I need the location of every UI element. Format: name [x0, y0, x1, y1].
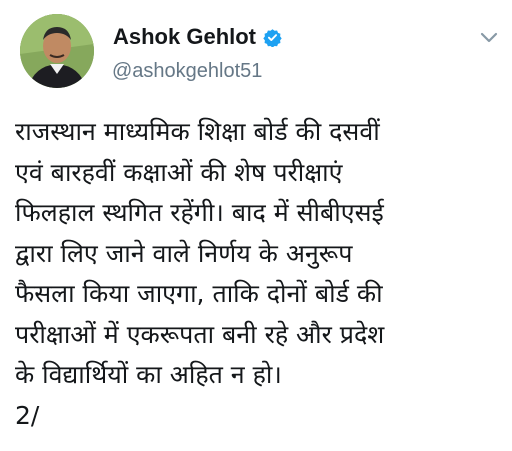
tweet-text: राजस्थान माध्यमिक शिक्षा बोर्ड की दसवीं … [15, 112, 505, 436]
author-row: Ashok Gehlot [113, 24, 282, 50]
tweet-text-line: फैसला किया जाएगा, ताकि दोनों बोर्ड की [15, 279, 383, 308]
tweet-text-line: द्वारा लिए जाने वाले निर्णय के अनुरूप [15, 238, 353, 268]
tweet-text-line: राजस्थान माध्यमिक शिक्षा बोर्ड की दसवीं [15, 117, 380, 146]
tweet-card: Ashok Gehlot @ashokgehlot51 राजस्थान माध… [0, 0, 512, 451]
chevron-down-icon[interactable] [480, 32, 498, 44]
author-name[interactable]: Ashok Gehlot [113, 24, 256, 50]
tweet-text-line: 2/ [15, 400, 40, 430]
tweet-text-line: परीक्षाओं में एकरूपता बनी रहे और प्रदेश [15, 319, 385, 349]
tweet-text-line: के विद्यार्थियों का अहित न हो। [15, 360, 282, 389]
tweet-text-line: फिलहाल स्थगित रहेंगी। बाद में सीबीएसई [15, 198, 384, 227]
avatar[interactable] [20, 14, 94, 88]
author-handle[interactable]: @ashokgehlot51 [112, 60, 262, 83]
verified-badge-icon [263, 28, 282, 47]
tweet-text-line: एवं बारहवीं कक्षाओं की शेष परीक्षाएं [15, 157, 343, 187]
